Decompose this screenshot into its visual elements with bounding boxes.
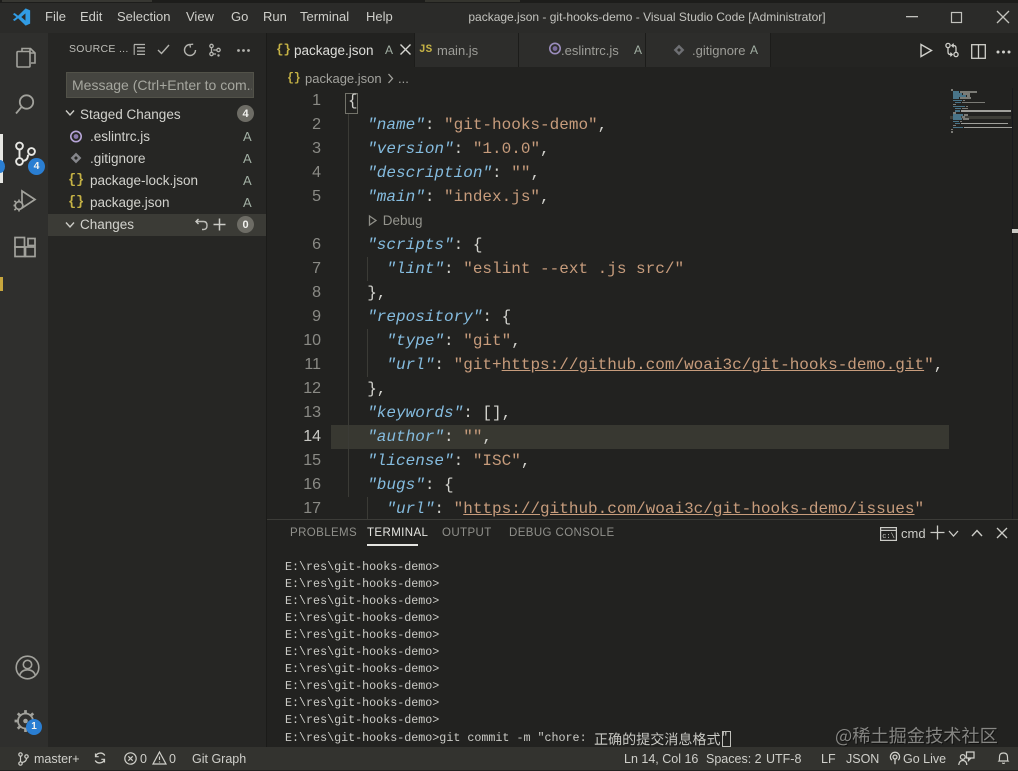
- svg-text:c:\: c:\: [882, 533, 895, 541]
